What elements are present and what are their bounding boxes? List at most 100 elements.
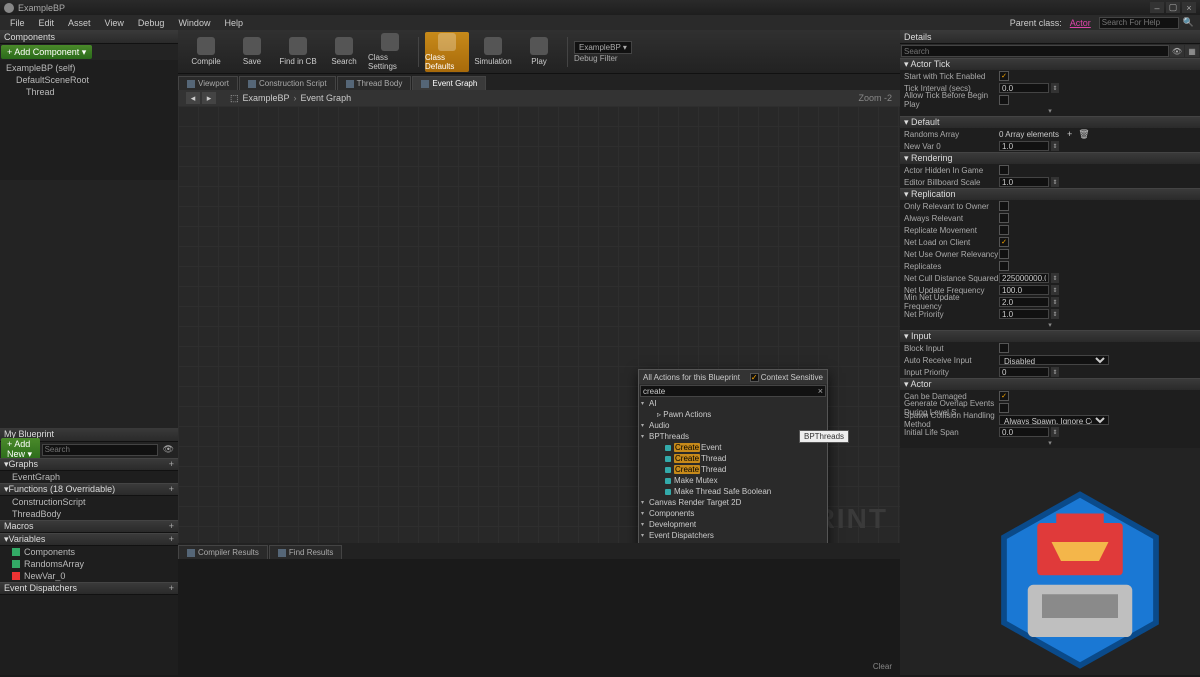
number-input[interactable] bbox=[999, 83, 1049, 93]
number-input[interactable] bbox=[999, 141, 1049, 151]
myblueprint-search-input[interactable] bbox=[42, 444, 158, 456]
details-grid-icon[interactable]: ▦ bbox=[1185, 45, 1199, 57]
close-button[interactable]: × bbox=[1182, 2, 1196, 13]
action-item[interactable]: Create Event bbox=[639, 442, 827, 453]
dropdown[interactable]: Disabled bbox=[999, 355, 1109, 365]
clear-search-icon[interactable]: × bbox=[818, 386, 823, 396]
graph-item[interactable]: EventGraph bbox=[0, 471, 178, 483]
action-item[interactable]: Create Thread bbox=[639, 464, 827, 475]
nav-back-button[interactable]: ◂ bbox=[186, 92, 200, 104]
checkbox[interactable]: ✓ bbox=[999, 391, 1009, 401]
spinner-icon[interactable]: ⇕ bbox=[1051, 367, 1059, 377]
toolbar-simulation-button[interactable]: Simulation bbox=[471, 32, 515, 72]
section-graphs[interactable]: ▾ Graphs+ bbox=[0, 458, 178, 471]
component-item[interactable]: DefaultSceneRoot bbox=[2, 74, 176, 86]
component-item[interactable]: Thread bbox=[2, 86, 176, 98]
number-input[interactable] bbox=[999, 309, 1049, 319]
expand-arrow-icon[interactable]: ▾ bbox=[900, 438, 1200, 448]
tab-construction-script[interactable]: Construction Script bbox=[239, 76, 336, 90]
number-input[interactable] bbox=[999, 285, 1049, 295]
toolbar-class-defaults-button[interactable]: Class Defaults bbox=[425, 32, 469, 72]
help-search-input[interactable] bbox=[1099, 17, 1179, 29]
breadcrumb-root[interactable]: ExampleBP bbox=[243, 93, 290, 103]
checkbox[interactable] bbox=[999, 343, 1009, 353]
toolbar-class-settings-button[interactable]: Class Settings bbox=[368, 32, 412, 72]
menu-asset[interactable]: Asset bbox=[62, 17, 97, 29]
checkbox[interactable] bbox=[999, 249, 1009, 259]
checkbox[interactable] bbox=[999, 95, 1009, 105]
component-root[interactable]: ExampleBP (self) bbox=[2, 62, 176, 74]
array-add-icon[interactable]: + bbox=[1067, 129, 1072, 139]
spinner-icon[interactable]: ⇕ bbox=[1051, 427, 1059, 437]
toolbar-play-button[interactable]: Play bbox=[517, 32, 561, 72]
tab-viewport[interactable]: Viewport bbox=[178, 76, 238, 90]
section-macros[interactable]: Macros+ bbox=[0, 520, 178, 533]
checkbox[interactable]: ✓ bbox=[999, 237, 1009, 247]
number-input[interactable] bbox=[999, 427, 1049, 437]
toolbar-compile-button[interactable]: Compile bbox=[184, 32, 228, 72]
action-item[interactable]: Create Thread bbox=[639, 453, 827, 464]
section-variables[interactable]: ▾ Variables+ bbox=[0, 533, 178, 546]
clear-log-button[interactable]: Clear bbox=[873, 662, 892, 671]
action-category[interactable]: Game bbox=[639, 541, 827, 543]
action-category[interactable]: Components bbox=[639, 508, 827, 519]
nav-fwd-button[interactable]: ▸ bbox=[202, 92, 216, 104]
spinner-icon[interactable]: ⇕ bbox=[1051, 297, 1059, 307]
spinner-icon[interactable]: ⇕ bbox=[1051, 309, 1059, 319]
toolbar-save-button[interactable]: Save bbox=[230, 32, 274, 72]
details-category[interactable]: ▾ Rendering bbox=[900, 152, 1200, 164]
number-input[interactable] bbox=[999, 297, 1049, 307]
menu-debug[interactable]: Debug bbox=[132, 17, 171, 29]
variable-item[interactable]: NewVar_0 bbox=[0, 570, 178, 582]
breadcrumb-leaf[interactable]: Event Graph bbox=[301, 93, 352, 103]
menu-window[interactable]: Window bbox=[172, 17, 216, 29]
menu-view[interactable]: View bbox=[99, 17, 130, 29]
function-item[interactable]: ConstructionScript bbox=[0, 496, 178, 508]
function-item[interactable]: ThreadBody bbox=[0, 508, 178, 520]
spinner-icon[interactable]: ⇕ bbox=[1051, 83, 1059, 93]
checkbox[interactable] bbox=[999, 403, 1009, 413]
expand-arrow-icon[interactable]: ▾ bbox=[900, 320, 1200, 330]
event-graph-canvas[interactable]: BLUEPRINT All Actions for this Blueprint… bbox=[178, 106, 900, 543]
number-input[interactable] bbox=[999, 367, 1049, 377]
spinner-icon[interactable]: ⇕ bbox=[1051, 141, 1059, 151]
array-clear-icon[interactable]: 🗑 bbox=[1078, 129, 1089, 140]
checkbox[interactable] bbox=[999, 165, 1009, 175]
menu-edit[interactable]: Edit bbox=[33, 17, 61, 29]
action-category[interactable]: Event Dispatchers bbox=[639, 530, 827, 541]
menu-file[interactable]: File bbox=[4, 17, 31, 29]
tab-find-results[interactable]: Find Results bbox=[269, 545, 342, 559]
parent-class-link[interactable]: Actor bbox=[1070, 18, 1091, 28]
maximize-button[interactable]: ▢ bbox=[1166, 2, 1180, 13]
context-sensitive-checkbox[interactable]: ✓ bbox=[750, 373, 759, 382]
spinner-icon[interactable]: ⇕ bbox=[1051, 285, 1059, 295]
checkbox[interactable] bbox=[999, 201, 1009, 211]
details-category[interactable]: ▾ Actor bbox=[900, 378, 1200, 390]
view-options-icon[interactable]: 👁 bbox=[159, 444, 178, 455]
action-item[interactable]: Make Thread Safe Boolean bbox=[639, 486, 827, 497]
variable-item[interactable]: Components bbox=[0, 546, 178, 558]
spinner-icon[interactable]: ⇕ bbox=[1051, 273, 1059, 283]
section-dispatchers[interactable]: Event Dispatchers+ bbox=[0, 582, 178, 595]
checkbox[interactable]: ✓ bbox=[999, 71, 1009, 81]
menu-help[interactable]: Help bbox=[218, 17, 249, 29]
details-eye-icon[interactable]: 👁 bbox=[1170, 45, 1184, 57]
action-subcategory[interactable]: ▹ Pawn Actions bbox=[639, 409, 827, 420]
checkbox[interactable] bbox=[999, 225, 1009, 235]
tab-compiler-results[interactable]: Compiler Results bbox=[178, 545, 268, 559]
variable-item[interactable]: RandomsArray bbox=[0, 558, 178, 570]
action-item[interactable]: Make Mutex bbox=[639, 475, 827, 486]
details-search-input[interactable] bbox=[901, 45, 1169, 57]
details-category[interactable]: ▾ Replication bbox=[900, 188, 1200, 200]
minimize-button[interactable]: – bbox=[1150, 2, 1164, 13]
toolbar-search-button[interactable]: Search bbox=[322, 32, 366, 72]
checkbox[interactable] bbox=[999, 213, 1009, 223]
details-category[interactable]: ▾ Default bbox=[900, 116, 1200, 128]
action-category[interactable]: Canvas Render Target 2D bbox=[639, 497, 827, 508]
action-menu-search-input[interactable] bbox=[640, 385, 826, 397]
dropdown[interactable]: Always Spawn, Ignore Collisions bbox=[999, 415, 1109, 425]
details-category[interactable]: ▾ Actor Tick bbox=[900, 58, 1200, 70]
action-category[interactable]: AI bbox=[639, 398, 827, 409]
help-search-icon[interactable]: 🔍 bbox=[1181, 17, 1196, 28]
action-category[interactable]: Development bbox=[639, 519, 827, 530]
